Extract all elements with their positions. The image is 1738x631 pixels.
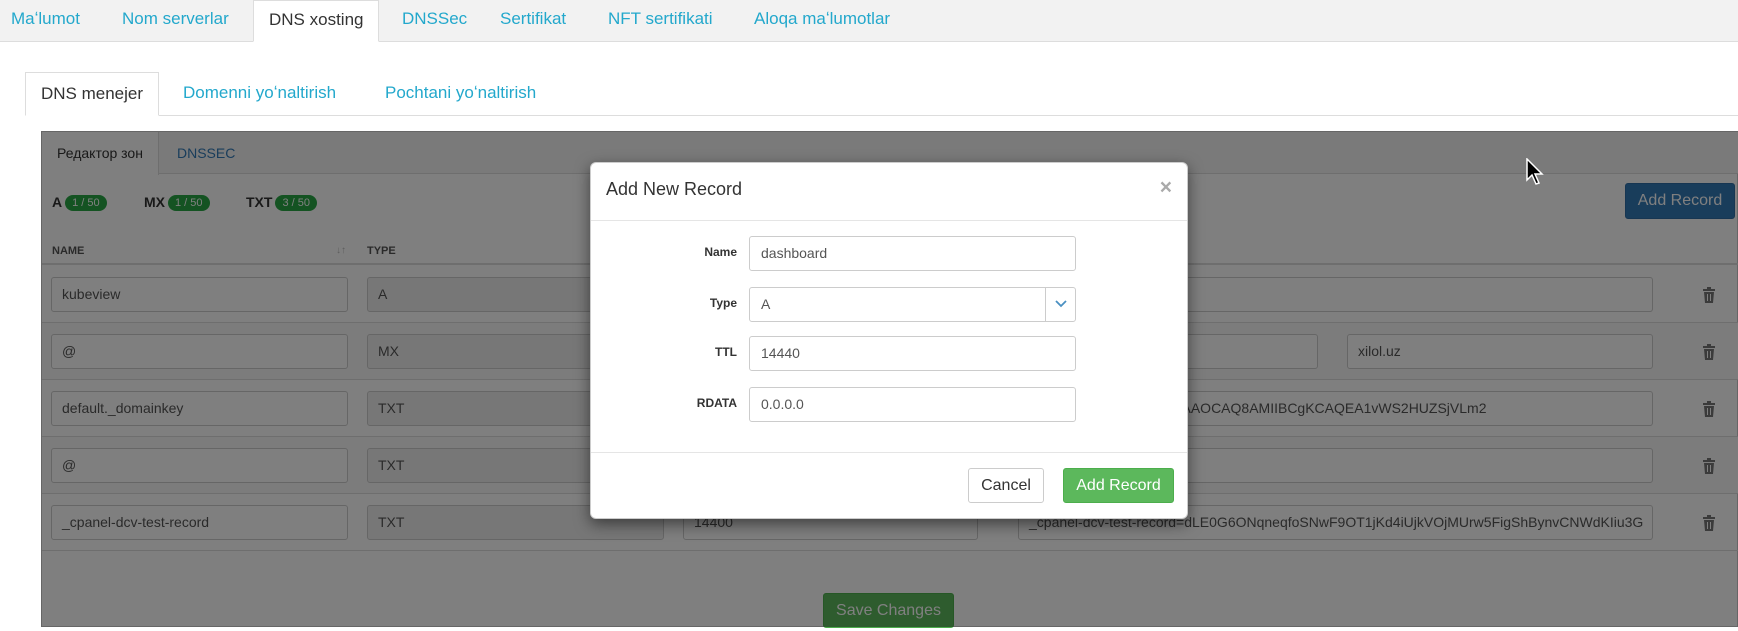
type-label: Type [709,296,737,310]
tab-nom-serverlar[interactable]: Nom serverlar [122,0,229,38]
tab-dns-menejer[interactable]: DNS menejer [25,72,160,116]
tab-aloqa-malumotlar[interactable]: Aloqa maʻlumotlar [754,0,890,38]
ttl-label: TTL [715,345,737,359]
add-record-submit-button[interactable]: Add Record [1063,468,1174,503]
cancel-button[interactable]: Cancel [968,468,1044,503]
close-icon[interactable]: × [1160,177,1172,198]
modal-title: Add New Record [606,179,743,199]
type-select-value: A [761,296,771,312]
top-tab-bar: Maʻlumot Nom serverlar DNS xosting DNSSe… [0,0,1738,42]
ttl-input[interactable]: 14440 [749,336,1076,371]
tab-domenni-yonaltirish[interactable]: Domenni yoʻnaltirish [183,80,336,116]
modal-header-divider [591,220,1187,221]
tab-dnssec[interactable]: DNSSec [402,0,467,38]
name-label: Name [704,245,737,259]
tab-pochtani-yonaltirish[interactable]: Pochtani yoʻnaltirish [385,80,536,116]
tab-dns-xosting[interactable]: DNS xosting [253,0,380,42]
type-select[interactable]: A [749,287,1076,322]
tab-sertifikat[interactable]: Sertifikat [500,0,566,38]
tab-malumot[interactable]: Maʻlumot [11,0,80,38]
mouse-cursor-icon [1526,158,1544,185]
name-input[interactable]: dashboard [749,236,1076,271]
chevron-down-icon[interactable] [1045,288,1075,321]
rdata-label: RDATA [696,396,737,410]
add-record-modal: Add New Record × Name dashboard Type A T… [590,162,1188,519]
rdata-input[interactable]: 0.0.0.0 [749,387,1076,422]
tab-nft-sertifikati[interactable]: NFT sertifikati [608,0,713,38]
modal-footer-divider [591,452,1187,453]
